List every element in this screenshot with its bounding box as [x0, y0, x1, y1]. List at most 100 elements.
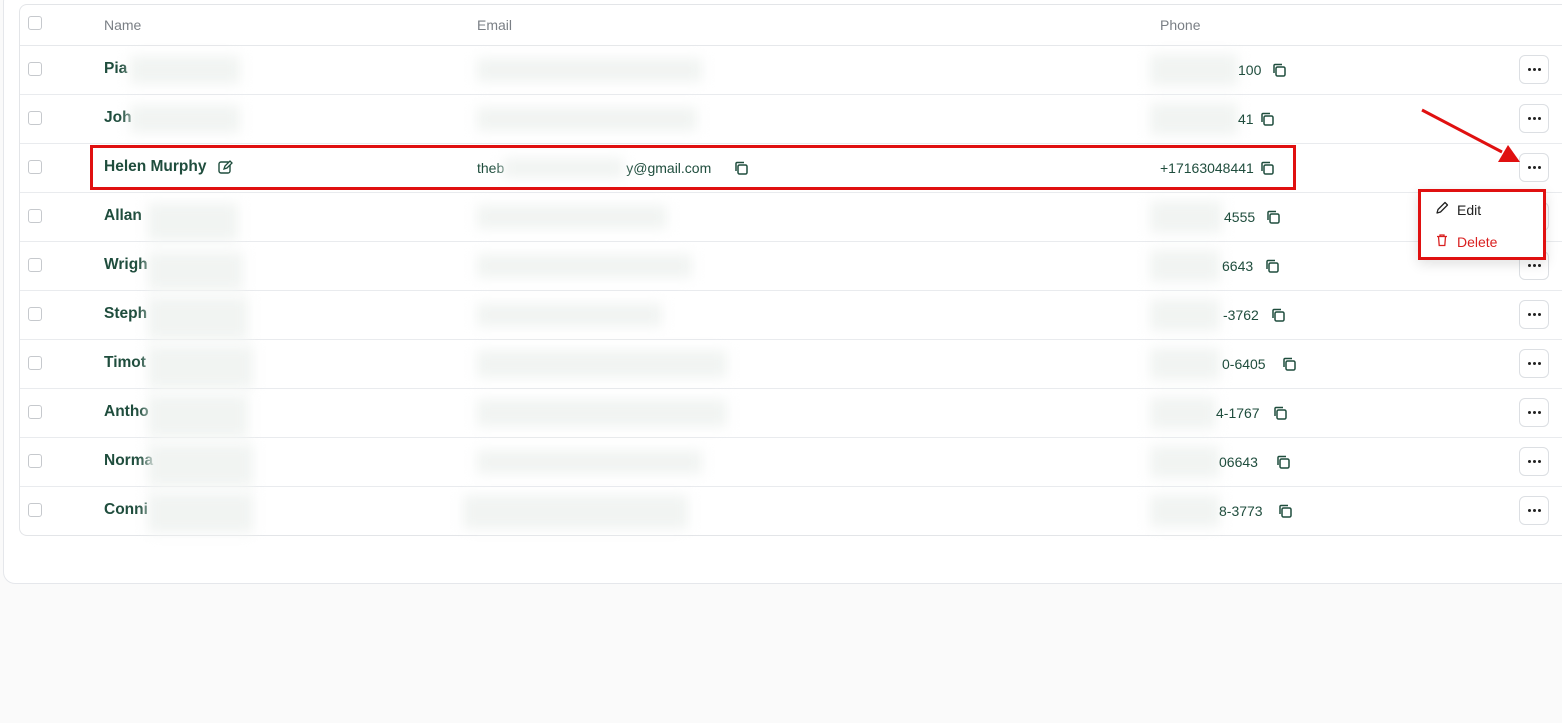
annotation-highlight-row [90, 145, 1296, 190]
table-row[interactable]: Conni 8-3773 [20, 487, 1562, 535]
redaction-blur [1150, 250, 1220, 282]
more-icon [1527, 362, 1541, 365]
redaction-blur [130, 105, 240, 133]
redaction-blur [477, 303, 662, 327]
copy-icon[interactable] [1276, 455, 1290, 469]
row-actions-button[interactable] [1519, 398, 1549, 427]
table-row[interactable]: Antho 4-1767 [20, 389, 1562, 438]
table-row[interactable]: Pia 100 [20, 46, 1562, 95]
contact-phone: 0-6405 [1222, 356, 1266, 372]
copy-icon[interactable] [1266, 210, 1280, 224]
row-checkbox[interactable] [28, 307, 42, 321]
redaction-blur [477, 107, 697, 131]
table-row[interactable]: Wrigh 6643 [20, 242, 1562, 291]
contact-name[interactable]: Norma [104, 452, 153, 470]
copy-icon[interactable] [1282, 357, 1296, 371]
table-row[interactable]: Norma 06643 [20, 438, 1562, 487]
contact-phone: 100 [1238, 62, 1262, 78]
menu-item-delete[interactable]: Delete [1435, 233, 1497, 250]
row-actions-button[interactable] [1519, 447, 1549, 476]
row-actions-button[interactable] [1519, 55, 1549, 84]
contact-name[interactable]: Timot [104, 354, 146, 372]
menu-item-edit[interactable]: Edit [1435, 201, 1481, 218]
contact-name[interactable]: Allan [104, 207, 142, 225]
copy-icon[interactable] [1272, 63, 1286, 77]
redaction-blur [148, 297, 248, 339]
redaction-blur [1150, 397, 1216, 429]
trash-icon [1435, 233, 1449, 250]
copy-icon[interactable] [1273, 406, 1287, 420]
copy-icon[interactable] [1265, 259, 1279, 273]
header-email: Email [477, 17, 513, 33]
redaction-blur [1150, 299, 1220, 331]
redaction-blur [148, 493, 253, 533]
redaction-blur [477, 254, 692, 278]
table-row[interactable]: Joh 41 [20, 95, 1562, 144]
copy-icon[interactable] [1278, 504, 1292, 518]
contact-phone: 6643 [1222, 258, 1254, 274]
redaction-blur [148, 203, 238, 241]
row-checkbox[interactable] [28, 503, 42, 517]
row-checkbox[interactable] [28, 209, 42, 223]
redaction-blur [1150, 446, 1220, 478]
contact-name[interactable]: Steph [104, 305, 147, 323]
redaction-blur [148, 252, 243, 290]
more-icon [1527, 117, 1541, 120]
more-icon [1527, 411, 1541, 414]
row-actions-button[interactable] [1519, 349, 1549, 378]
more-icon [1527, 68, 1541, 71]
header-phone: Phone [1160, 17, 1201, 33]
row-checkbox[interactable] [28, 454, 42, 468]
row-actions-button[interactable] [1519, 300, 1549, 329]
contact-name[interactable]: Joh [104, 109, 132, 127]
table-header: Name Email Phone [20, 5, 1562, 46]
more-icon [1527, 460, 1541, 463]
redaction-blur [477, 205, 667, 229]
contact-name[interactable]: Wrigh [104, 256, 148, 274]
more-icon [1527, 166, 1541, 169]
redaction-blur [148, 346, 253, 388]
contact-phone: -3762 [1223, 307, 1259, 323]
contact-phone: 41 [1238, 111, 1254, 127]
copy-icon[interactable] [1271, 308, 1285, 322]
redaction-blur [1150, 103, 1238, 135]
header-name: Name [104, 17, 142, 33]
row-actions-button[interactable] [1519, 153, 1549, 182]
pencil-icon [1435, 201, 1449, 218]
table-row[interactable]: Steph -3762 [20, 291, 1562, 340]
redaction-blur [1150, 348, 1220, 380]
contact-phone: 4555 [1224, 209, 1256, 225]
redaction-blur [1150, 201, 1222, 233]
row-checkbox[interactable] [28, 258, 42, 272]
redaction-blur [148, 395, 248, 437]
redaction-blur [477, 399, 727, 427]
contact-name[interactable]: Pia [104, 60, 127, 78]
redaction-blur [477, 450, 702, 474]
row-checkbox[interactable] [28, 356, 42, 370]
row-checkbox[interactable] [28, 405, 42, 419]
contact-phone: 8-3773 [1219, 503, 1263, 519]
row-checkbox[interactable] [28, 111, 42, 125]
menu-item-edit-label: Edit [1457, 201, 1482, 218]
row-actions-menu: Edit Delete [1418, 189, 1546, 260]
row-checkbox[interactable] [28, 160, 42, 174]
contact-name[interactable]: Conni [104, 501, 148, 519]
menu-item-delete-label: Delete [1457, 233, 1498, 250]
more-icon [1527, 264, 1541, 267]
row-actions-button[interactable] [1519, 104, 1549, 133]
table-row[interactable]: Timot 0-6405 [20, 340, 1562, 389]
contact-phone: 06643 [1219, 454, 1258, 470]
table-row[interactable]: Allan 4555 [20, 193, 1562, 242]
row-checkbox[interactable] [28, 62, 42, 76]
select-all-checkbox[interactable] [28, 16, 42, 30]
more-icon [1527, 313, 1541, 316]
contact-phone: 4-1767 [1216, 405, 1260, 421]
contacts-table: Name Email Phone Pia 100 Joh 41 Helen Mu… [19, 4, 1562, 536]
row-actions-button[interactable] [1519, 496, 1549, 525]
copy-icon[interactable] [1260, 112, 1274, 126]
redaction-blur [463, 495, 688, 529]
redaction-blur [477, 350, 727, 378]
contact-name[interactable]: Antho [104, 403, 149, 421]
redaction-blur [130, 56, 240, 84]
redaction-blur [1150, 54, 1238, 86]
